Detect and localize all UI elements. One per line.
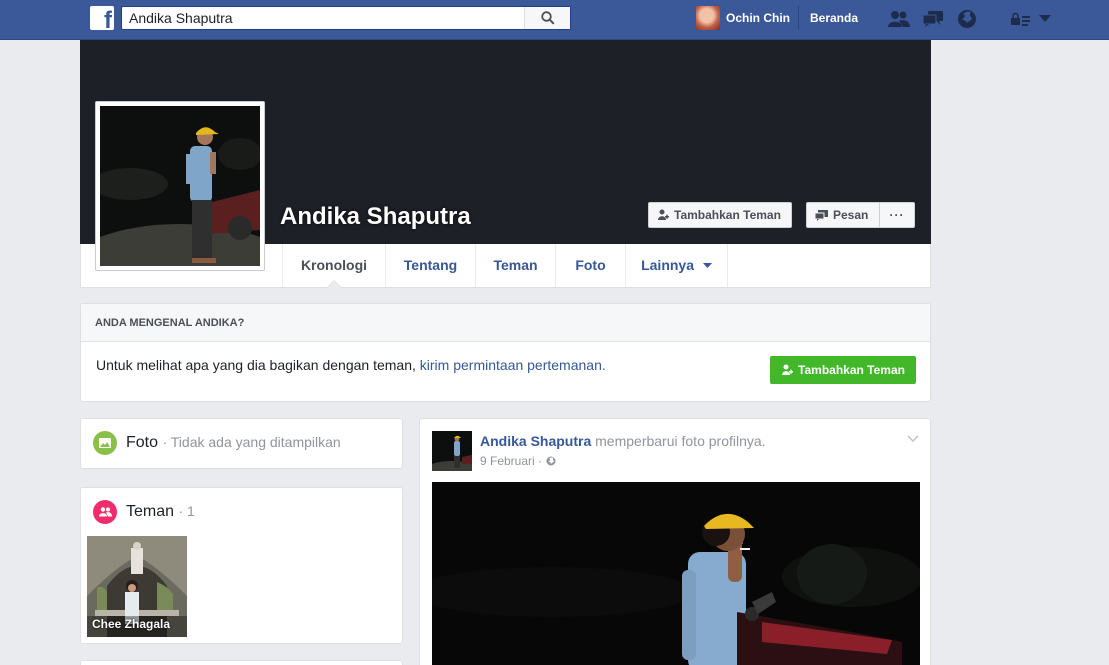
friends-count: · 1 (178, 503, 195, 519)
post-date[interactable]: 9 Februari · (480, 454, 542, 468)
tab-label: Lainnya (641, 257, 694, 273)
message-button[interactable]: Pesan (806, 202, 880, 228)
post-action-text: memperbarui foto profilnya. (595, 433, 766, 449)
add-friend-green-button[interactable]: Tambahkan Teman (770, 356, 916, 384)
tab-label: Tentang (403, 257, 458, 273)
search-button[interactable] (524, 7, 570, 29)
search-box (121, 6, 571, 30)
photos-title-text: Foto (126, 434, 159, 451)
avatar (696, 6, 720, 30)
photos-subtext: · Tidak ada yang ditampilkan (162, 434, 341, 450)
know-box-heading: ANDA MENGENAL ANDIKA? (81, 304, 930, 342)
post-options-chevron-icon[interactable] (907, 435, 919, 443)
friend-name[interactable]: Chee Zhagala (92, 617, 170, 631)
more-options-button[interactable]: ··· (879, 202, 915, 228)
notifications-globe-icon[interactable] (956, 8, 978, 30)
photos-title[interactable]: Foto · Tidak ada yang ditampilkan (126, 434, 341, 452)
tab-timeline[interactable]: Kronologi (282, 244, 386, 288)
tab-friends[interactable]: Teman (476, 244, 556, 287)
account-caret-icon[interactable] (1034, 8, 1056, 30)
profile-photo-image (100, 106, 260, 266)
add-friend-label: Tambahkan Teman (674, 208, 781, 222)
add-friend-icon (658, 209, 669, 220)
know-box-text: Untuk melihat apa yang dia bagikan denga… (96, 357, 606, 373)
user-name: Ochin Chin (726, 11, 790, 25)
photos-icon (93, 431, 117, 455)
add-friend-label: Tambahkan Teman (798, 363, 905, 377)
friends-title[interactable]: Teman · 1 (126, 503, 195, 521)
chevron-down-icon (702, 263, 712, 269)
profile-picture[interactable] (95, 101, 265, 271)
profile-shortcut[interactable]: Ochin Chin (696, 6, 790, 30)
search-icon (540, 11, 555, 25)
friend-requests-icon[interactable] (888, 8, 910, 30)
timeline-post: Andika Shaputra memperbarui foto profiln… (419, 418, 931, 665)
post-photo[interactable] (432, 482, 920, 665)
privacy-lock-icon[interactable] (1010, 8, 1032, 30)
search-input[interactable] (122, 7, 526, 29)
profile-name[interactable]: Andika Shaputra (280, 203, 471, 231)
message-icon (815, 209, 828, 221)
top-navigation-bar: f Ochin Chin Beranda (0, 0, 1109, 40)
messages-icon[interactable] (922, 8, 944, 30)
photos-card: Foto · Tidak ada yang ditampilkan (80, 418, 403, 469)
public-globe-icon[interactable] (546, 456, 556, 466)
friend-tile[interactable]: Chee Zhagala (87, 536, 187, 637)
message-label: Pesan (833, 208, 869, 222)
logo-letter: f (104, 7, 112, 31)
post-author-avatar[interactable] (432, 431, 472, 471)
know-box-description: Untuk melihat apa yang dia bagikan denga… (96, 357, 416, 373)
tab-photos[interactable]: Foto (556, 244, 626, 287)
home-link[interactable]: Beranda (798, 6, 858, 30)
know-user-box: ANDA MENGENAL ANDIKA? Untuk melihat apa … (80, 303, 931, 402)
post-header-text: Andika Shaputra memperbarui foto profiln… (480, 433, 766, 449)
tab-label: Kronologi (300, 257, 368, 273)
tab-about[interactable]: Tentang (386, 244, 476, 287)
tab-label: Foto (575, 257, 606, 273)
post-meta: 9 Februari · (480, 454, 556, 468)
send-friend-request-link[interactable]: kirim permintaan pertemanan. (420, 357, 606, 373)
author-avatar-image (432, 431, 472, 471)
friends-icon (93, 500, 117, 524)
friends-card: Teman · 1 Chee Zhagala (80, 487, 403, 644)
more-dots-icon: ··· (889, 208, 905, 222)
post-photo-image (432, 482, 920, 665)
facebook-logo-icon[interactable]: f (90, 6, 114, 30)
next-card (80, 660, 403, 665)
friends-title-text: Teman (126, 503, 175, 520)
add-friend-button[interactable]: Tambahkan Teman (648, 202, 792, 228)
tab-label: Teman (493, 257, 538, 273)
tab-more[interactable]: Lainnya (626, 244, 728, 287)
post-author-name[interactable]: Andika Shaputra (480, 433, 591, 449)
add-friend-icon (782, 364, 794, 375)
active-tab-indicator (326, 280, 342, 288)
